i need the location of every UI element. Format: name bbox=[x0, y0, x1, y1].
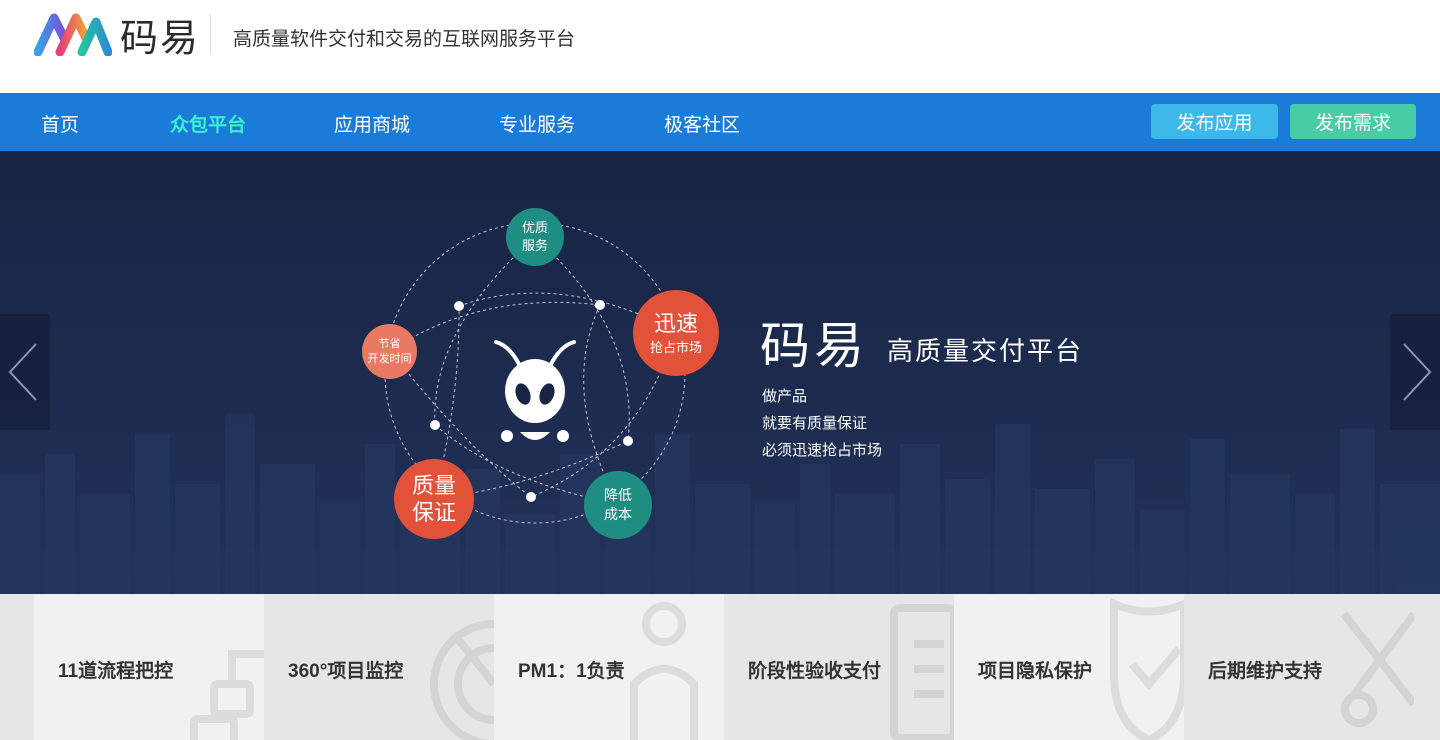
nav-item-geek-community[interactable]: 极客社区 bbox=[664, 110, 740, 137]
header: 码易 高质量软件交付和交易的互联网服务平台 bbox=[0, 0, 1440, 93]
main-nav: 首页 众包平台 应用商城 专业服务 极客社区 发布应用 发布需求 bbox=[0, 93, 1440, 151]
feature-staged-payment[interactable]: 阶段性验收支付 bbox=[724, 594, 954, 740]
hero-banner: 优质 服务 迅速 抢占市场 节省 开发时间 质量 保证 降低 成本 码易 高质量… bbox=[0, 151, 1440, 594]
feature-360-monitor[interactable]: 360°项目监控 bbox=[264, 594, 494, 740]
feature-label: 后期维护支持 bbox=[1208, 661, 1323, 682]
publish-app-button[interactable]: 发布应用 bbox=[1151, 104, 1278, 139]
nav-item-crowdsourcing[interactable]: 众包平台 bbox=[170, 110, 246, 137]
feature-label: 项目隐私保护 bbox=[978, 661, 1093, 682]
bubble-fast-market: 迅速 抢占市场 bbox=[633, 290, 719, 376]
bubble-quality-line1: 质量 bbox=[411, 472, 456, 498]
publish-requirement-button[interactable]: 发布需求 bbox=[1290, 104, 1416, 139]
bubble-quality-service: 优质 服务 bbox=[506, 208, 564, 266]
logo-mark-icon bbox=[34, 13, 112, 56]
ant-mascot-icon bbox=[494, 340, 576, 442]
bubble-save-line2: 开发时间 bbox=[367, 352, 412, 365]
logo-text: 码易 bbox=[120, 17, 201, 60]
bubble-save-time: 节省 开发时间 bbox=[362, 324, 417, 379]
feature-label: 360°项目监控 bbox=[288, 661, 404, 682]
nav-item-app-store[interactable]: 应用商城 bbox=[334, 110, 410, 137]
feature-privacy-protection[interactable]: 项目隐私保护 bbox=[954, 594, 1184, 740]
feature-label: 阶段性验收支付 bbox=[748, 661, 882, 682]
banner-subtitle: 高质量交付平台 bbox=[887, 336, 1084, 366]
bubble-quality-line2: 保证 bbox=[411, 500, 456, 525]
banner-title: 码易 bbox=[760, 318, 868, 374]
bubble-fast-line1: 迅速 bbox=[653, 311, 698, 337]
nav-item-pro-service[interactable]: 专业服务 bbox=[499, 110, 575, 137]
banner-line-2: 就要有质量保证 bbox=[762, 415, 868, 432]
feature-process-control[interactable]: 11道流程把控 bbox=[34, 594, 264, 740]
banner-line-3: 必须迅速抢占市场 bbox=[762, 442, 883, 459]
header-slogan: 高质量软件交付和交易的互联网服务平台 bbox=[233, 29, 576, 50]
logo[interactable]: 码易 bbox=[34, 12, 214, 60]
nav-item-home[interactable]: 首页 bbox=[41, 110, 79, 137]
bubble-service-line1: 优质 bbox=[521, 220, 548, 236]
feature-pm-responsible[interactable]: PM1：1负责 bbox=[494, 594, 724, 740]
feature-maintenance[interactable]: 后期维护支持 bbox=[1184, 594, 1414, 740]
value-diagram-lines bbox=[384, 222, 686, 524]
logo-divider bbox=[210, 14, 211, 54]
bubble-service-line2: 服务 bbox=[521, 238, 548, 253]
bubble-cost-line2: 成本 bbox=[604, 506, 632, 522]
bubble-fast-line2: 抢占市场 bbox=[649, 340, 702, 356]
feature-strip: 11道流程把控 360°项目监控 PM1：1负责 阶段性验收支付 项目隐私保护 … bbox=[0, 594, 1440, 740]
bubble-reduce-cost: 降低 成本 bbox=[584, 471, 652, 539]
bubble-save-line1: 节省 bbox=[378, 337, 401, 350]
banner-line-1: 做产品 bbox=[762, 388, 808, 405]
feature-label: 11道流程把控 bbox=[58, 661, 174, 682]
bubble-cost-line1: 降低 bbox=[604, 487, 632, 504]
feature-label: PM1：1负责 bbox=[518, 661, 625, 682]
bubble-quality-guarantee: 质量 保证 bbox=[394, 459, 474, 539]
